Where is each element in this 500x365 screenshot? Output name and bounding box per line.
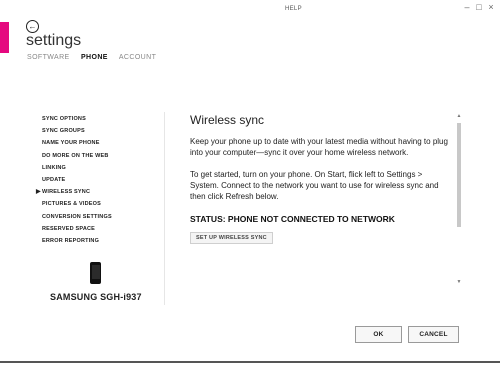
minimize-icon[interactable]: – <box>462 2 472 12</box>
sidebar-item-sync-groups[interactable]: SYNC GROUPS <box>42 125 152 137</box>
tab-bar: SOFTWARE PHONE ACCOUNT <box>27 54 165 61</box>
scroll-up-icon[interactable]: ▲ <box>456 113 462 119</box>
brand-accent-bar <box>0 22 9 53</box>
sidebar-item-label: CONVERSION SETTINGS <box>42 213 112 220</box>
page-title: settings <box>26 32 82 49</box>
sidebar-item-error-reporting[interactable]: ERROR REPORTING <box>42 235 152 247</box>
phone-icon <box>90 262 101 284</box>
window-bottom-border <box>0 361 500 363</box>
sidebar-item-wireless-sync[interactable]: ▶ WIRELESS SYNC <box>36 186 152 198</box>
intro-text: Keep your phone up to date with your lat… <box>190 137 448 158</box>
device-name: SAMSUNG SGH-i937 <box>50 292 142 302</box>
section-heading: Wireless sync <box>190 113 265 127</box>
connection-status: STATUS: PHONE NOT CONNECTED TO NETWORK <box>190 214 395 225</box>
sidebar-item-label: RESERVED SPACE <box>42 225 96 232</box>
tab-account[interactable]: ACCOUNT <box>119 54 156 61</box>
maximize-icon[interactable]: □ <box>474 2 484 12</box>
content-scrollbar[interactable]: ▲ ▼ <box>456 113 462 285</box>
sidebar-item-sync-options[interactable]: SYNC OPTIONS <box>42 113 152 125</box>
setup-wireless-sync-button[interactable]: SET UP WIRELESS SYNC <box>190 232 273 245</box>
wireless-sync-panel: Wireless sync Keep your phone up to date… <box>190 113 448 245</box>
close-icon[interactable]: × <box>486 2 496 12</box>
scroll-thumb[interactable] <box>457 123 461 227</box>
sidebar-item-label: NAME YOUR PHONE <box>42 140 100 147</box>
scroll-down-icon[interactable]: ▼ <box>456 279 462 285</box>
cancel-button[interactable]: CANCEL <box>408 326 459 343</box>
settings-sidebar: SYNC OPTIONS SYNC GROUPS NAME YOUR PHONE… <box>36 113 152 247</box>
instructions-text: To get started, turn on your phone. On S… <box>190 169 439 202</box>
sidebar-item-conversion-settings[interactable]: CONVERSION SETTINGS <box>42 211 152 223</box>
divider <box>164 112 165 305</box>
sidebar-item-label: ERROR REPORTING <box>42 237 100 244</box>
sidebar-item-do-more-on-web[interactable]: DO MORE ON THE WEB <box>42 150 152 162</box>
ok-button[interactable]: OK <box>355 326 402 343</box>
sidebar-item-reserved-space[interactable]: RESERVED SPACE <box>42 223 152 235</box>
help-link[interactable]: HELP <box>285 6 302 12</box>
selected-arrow-icon: ▶ <box>36 189 41 196</box>
sidebar-item-pictures-videos[interactable]: PICTURES & VIDEOS <box>42 198 152 210</box>
sidebar-item-update[interactable]: UPDATE <box>42 174 152 186</box>
sidebar-item-label: UPDATE <box>42 176 66 183</box>
sidebar-item-label: PICTURES & VIDEOS <box>42 201 102 208</box>
sidebar-item-label: SYNC OPTIONS <box>42 116 86 122</box>
sidebar-item-name-your-phone[interactable]: NAME YOUR PHONE <box>42 137 152 149</box>
sidebar-item-linking[interactable]: LINKING <box>42 162 152 174</box>
tab-phone[interactable]: PHONE <box>81 54 108 61</box>
sidebar-item-label: LINKING <box>42 164 67 171</box>
tab-software[interactable]: SOFTWARE <box>27 54 70 61</box>
sidebar-item-label: WIRELESS SYNC <box>42 189 91 196</box>
sidebar-item-label: SYNC GROUPS <box>42 128 85 135</box>
sidebar-item-label: DO MORE ON THE WEB <box>42 152 109 159</box>
